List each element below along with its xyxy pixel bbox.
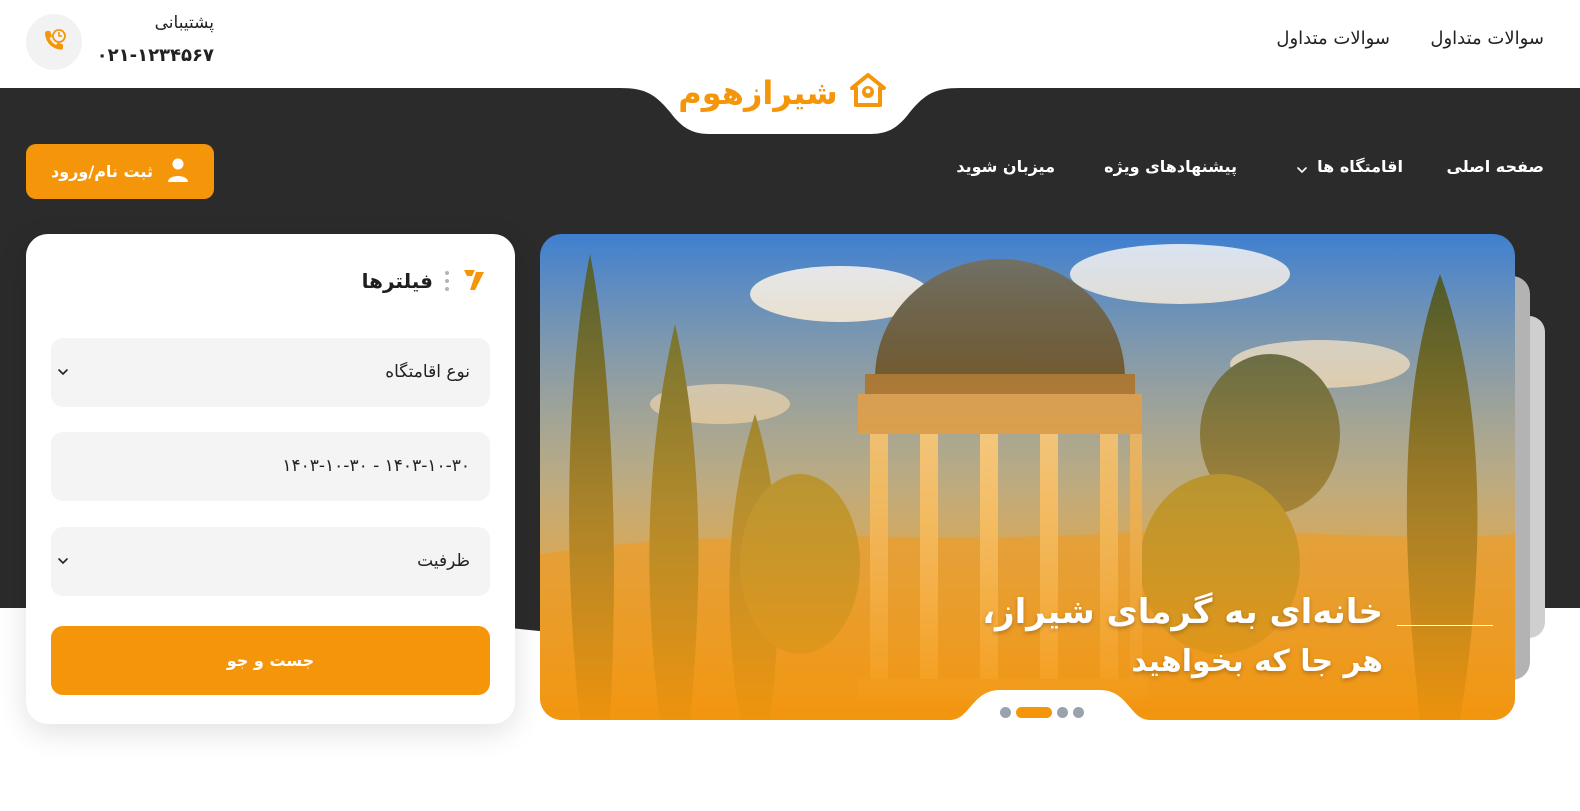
user-icon [167, 157, 189, 187]
login-register-button[interactable]: ثبت نام/ورود [26, 144, 214, 199]
accommodation-type-value: نوع اقامتگاه [385, 362, 470, 382]
date-range-field[interactable]: ۱۴۰۳-۱۰-۳۰ - ۱۴۰۳-۱۰-۳۰ [51, 432, 490, 501]
support-block[interactable]: پشتیبانی ۰۲۱-۱۲۳۴۵۶۷ [26, 13, 226, 71]
filter-panel: فیلترها نوع اقامتگاه ۱۴۰۳-۱۰-۳۰ - ۱۴۰۳-۱… [26, 234, 515, 724]
headline-rule [1397, 625, 1493, 626]
pager-dot-active[interactable] [1016, 707, 1052, 718]
faq-link-2[interactable]: سوالات متداول [1276, 28, 1390, 49]
accommodation-type-select[interactable]: نوع اقامتگاه [51, 338, 490, 407]
support-phone[interactable]: ۰۲۱-۱۲۳۴۵۶۷ [97, 45, 214, 66]
search-button[interactable]: جست و جو [51, 626, 490, 695]
pager-dot-1[interactable] [1000, 707, 1011, 718]
nav-special-offers[interactable]: پیشنهادهای ویژه [1104, 157, 1237, 176]
hero-slider[interactable]: خانه‌ای به گرمای شیراز، هر جا که بخواهید [540, 234, 1515, 720]
chevron-down-icon [58, 369, 68, 376]
filter-title: فیلترها [361, 269, 433, 293]
chevron-down-icon [58, 558, 68, 565]
logo-text: شیرازهوم [678, 74, 838, 112]
nav-accommodations[interactable]: اقامتگاه ها [1317, 157, 1403, 176]
chevron-down-icon [1297, 167, 1307, 174]
pager-dot-4[interactable] [1073, 707, 1084, 718]
pager-dot-3[interactable] [1057, 707, 1068, 718]
login-label: ثبت نام/ورود [51, 162, 153, 181]
capacity-value: ظرفیت [417, 551, 470, 571]
hero-headline: خانه‌ای به گرمای شیراز، [982, 592, 1383, 632]
filter-icon [461, 266, 487, 296]
divider-dots [445, 271, 449, 291]
slider-pagination [940, 686, 1140, 720]
phone-clock-icon [26, 14, 82, 70]
date-range-value: ۱۴۰۳-۱۰-۳۰ - ۱۴۰۳-۱۰-۳۰ [282, 456, 470, 476]
faq-link-1[interactable]: سوالات متداول [1430, 28, 1544, 49]
nav-become-host[interactable]: میزبان شوید [956, 157, 1055, 176]
capacity-select[interactable]: ظرفیت [51, 527, 490, 596]
filter-header: فیلترها [362, 264, 487, 298]
support-label: پشتیبانی [154, 13, 214, 33]
site-logo[interactable]: شیرازهوم [668, 68, 898, 118]
hero-subline: هر جا که بخواهید [1131, 644, 1383, 679]
house-pin-icon [848, 71, 888, 115]
nav-home[interactable]: صفحه اصلی [1447, 157, 1544, 176]
